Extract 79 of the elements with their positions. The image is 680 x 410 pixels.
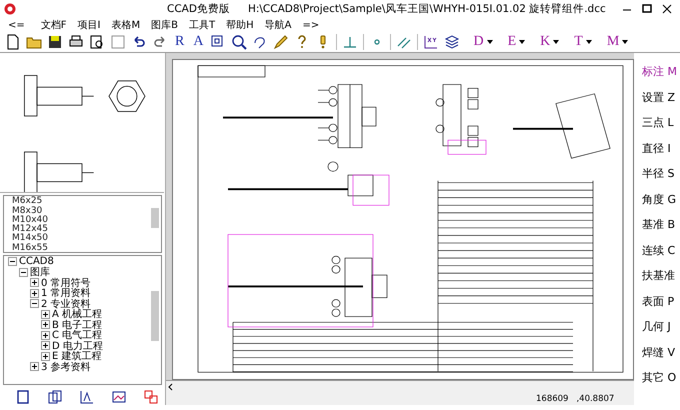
maximize-icon[interactable]	[642, 4, 652, 14]
coordinates-icon[interactable]	[423, 34, 440, 50]
new-file-icon[interactable]	[5, 34, 21, 50]
annotation-tool-button[interactable]: 设置 Z	[642, 84, 680, 110]
horizontal-scrollbar[interactable]	[166, 380, 634, 392]
annotation-tool-button[interactable]: 角度 G	[642, 186, 680, 212]
list-item[interactable]: M12x45	[12, 225, 149, 234]
expand-icon[interactable]	[30, 288, 39, 298]
annotation-tool-button[interactable]: 其它 O	[642, 365, 680, 390]
tree-item[interactable]: B 电子工程	[41, 319, 149, 330]
zoom-icon[interactable]	[231, 34, 248, 50]
tree-item[interactable]: 2 专业资料	[30, 298, 149, 309]
expand-icon[interactable]	[41, 341, 50, 350]
expand-icon[interactable]	[41, 320, 50, 330]
linked-squares-icon[interactable]	[143, 389, 159, 405]
menu-item[interactable]: 图库B	[151, 18, 189, 32]
file-path: H:\CCAD8\Project\Sample\风车王国\WHYH-015I.01.02 旋转臂组件.dcc	[248, 2, 606, 16]
menu-item[interactable]: 帮助H	[226, 18, 265, 32]
list-item[interactable]: M14x50	[12, 234, 149, 244]
expand-icon[interactable]	[41, 352, 50, 361]
page-icon[interactable]	[15, 389, 31, 405]
annotation-tool-button[interactable]: 基准 B	[642, 212, 680, 238]
menu-item[interactable]: 文档F	[40, 18, 78, 32]
tree-item[interactable]: CCAD8	[8, 256, 149, 267]
tree-item[interactable]: C 电气工程	[41, 330, 149, 340]
annotation-tool-button[interactable]: 扶基准	[642, 263, 680, 288]
app-name: CCAD免费版	[167, 2, 230, 16]
list-item[interactable]: M10x40	[12, 216, 149, 226]
tree-item[interactable]: 图库	[19, 266, 149, 278]
preview-icon[interactable]	[89, 34, 105, 50]
expand-icon[interactable]	[30, 278, 39, 288]
menu-item[interactable]: <=	[8, 20, 41, 30]
list-item[interactable]: M8x30	[12, 206, 149, 216]
annotation-tool-button[interactable]: 标注 M	[642, 59, 680, 84]
annotation-tool-button[interactable]: 焊缝 V	[642, 340, 680, 365]
pencil-icon[interactable]	[273, 34, 290, 50]
toolbar-button[interactable]: M	[604, 34, 630, 50]
menu-item[interactable]: 项目I	[78, 18, 112, 32]
annotation-tool-button[interactable]: 表面 P	[642, 288, 680, 314]
app-logo-icon	[4, 3, 16, 15]
annotation-tool-button[interactable]: 几何 J	[642, 314, 680, 340]
tree-item[interactable]: 0 常用符号	[30, 277, 149, 288]
tree-item[interactable]: A 机械工程	[41, 308, 149, 320]
tree-item[interactable]: E 建筑工程	[41, 350, 149, 362]
collapse-icon[interactable]	[8, 257, 17, 266]
layers-icon[interactable]	[444, 34, 460, 50]
copy-icon[interactable]	[47, 389, 63, 405]
list-item[interactable]: M16x55	[12, 244, 149, 253]
annotation-tool-button[interactable]: 三点 L	[642, 110, 680, 136]
annotation-tool-button[interactable]: 直径 I	[642, 136, 680, 161]
menu-item[interactable]: 导航A	[264, 18, 302, 32]
menu-item[interactable]: =>	[302, 20, 330, 30]
collapse-icon[interactable]	[19, 268, 28, 277]
perpendicular-icon[interactable]	[342, 34, 358, 50]
tree-item[interactable]: 1 常用资料	[30, 288, 149, 298]
x-coordinate: 168609	[536, 394, 568, 404]
blank-square-icon[interactable]	[110, 34, 126, 50]
list-item[interactable]: M6x25	[12, 197, 149, 207]
y-coordinate: ,40.8807	[576, 394, 614, 404]
collapse-icon[interactable]	[30, 299, 39, 308]
save-icon[interactable]	[47, 34, 63, 50]
menu-item[interactable]: 工具T	[189, 18, 226, 32]
tree-item[interactable]: 3 参考资料	[30, 361, 149, 372]
toolbar-button[interactable]: T	[572, 34, 594, 50]
image-icon[interactable]	[111, 389, 127, 405]
expand-icon[interactable]	[41, 330, 50, 340]
toolbar-button[interactable]: D	[471, 34, 495, 50]
toolbar-button[interactable]: K	[538, 34, 562, 50]
menu-item[interactable]: 表格M	[111, 18, 152, 32]
tree-item[interactable]: D 电力工程	[41, 340, 149, 351]
toolbar-button[interactable]: R	[173, 34, 186, 50]
expand-icon[interactable]	[41, 310, 50, 319]
annotation-tool-button[interactable]: 连续 C	[642, 238, 680, 263]
close-icon[interactable]	[662, 4, 672, 14]
expand-icon[interactable]	[30, 362, 39, 372]
toolbar-button[interactable]: A	[191, 34, 206, 50]
toolbar-button[interactable]: E	[506, 34, 528, 50]
annotation-tool-button[interactable]: 半径 S	[642, 161, 680, 186]
text-style-icon[interactable]	[79, 389, 95, 405]
